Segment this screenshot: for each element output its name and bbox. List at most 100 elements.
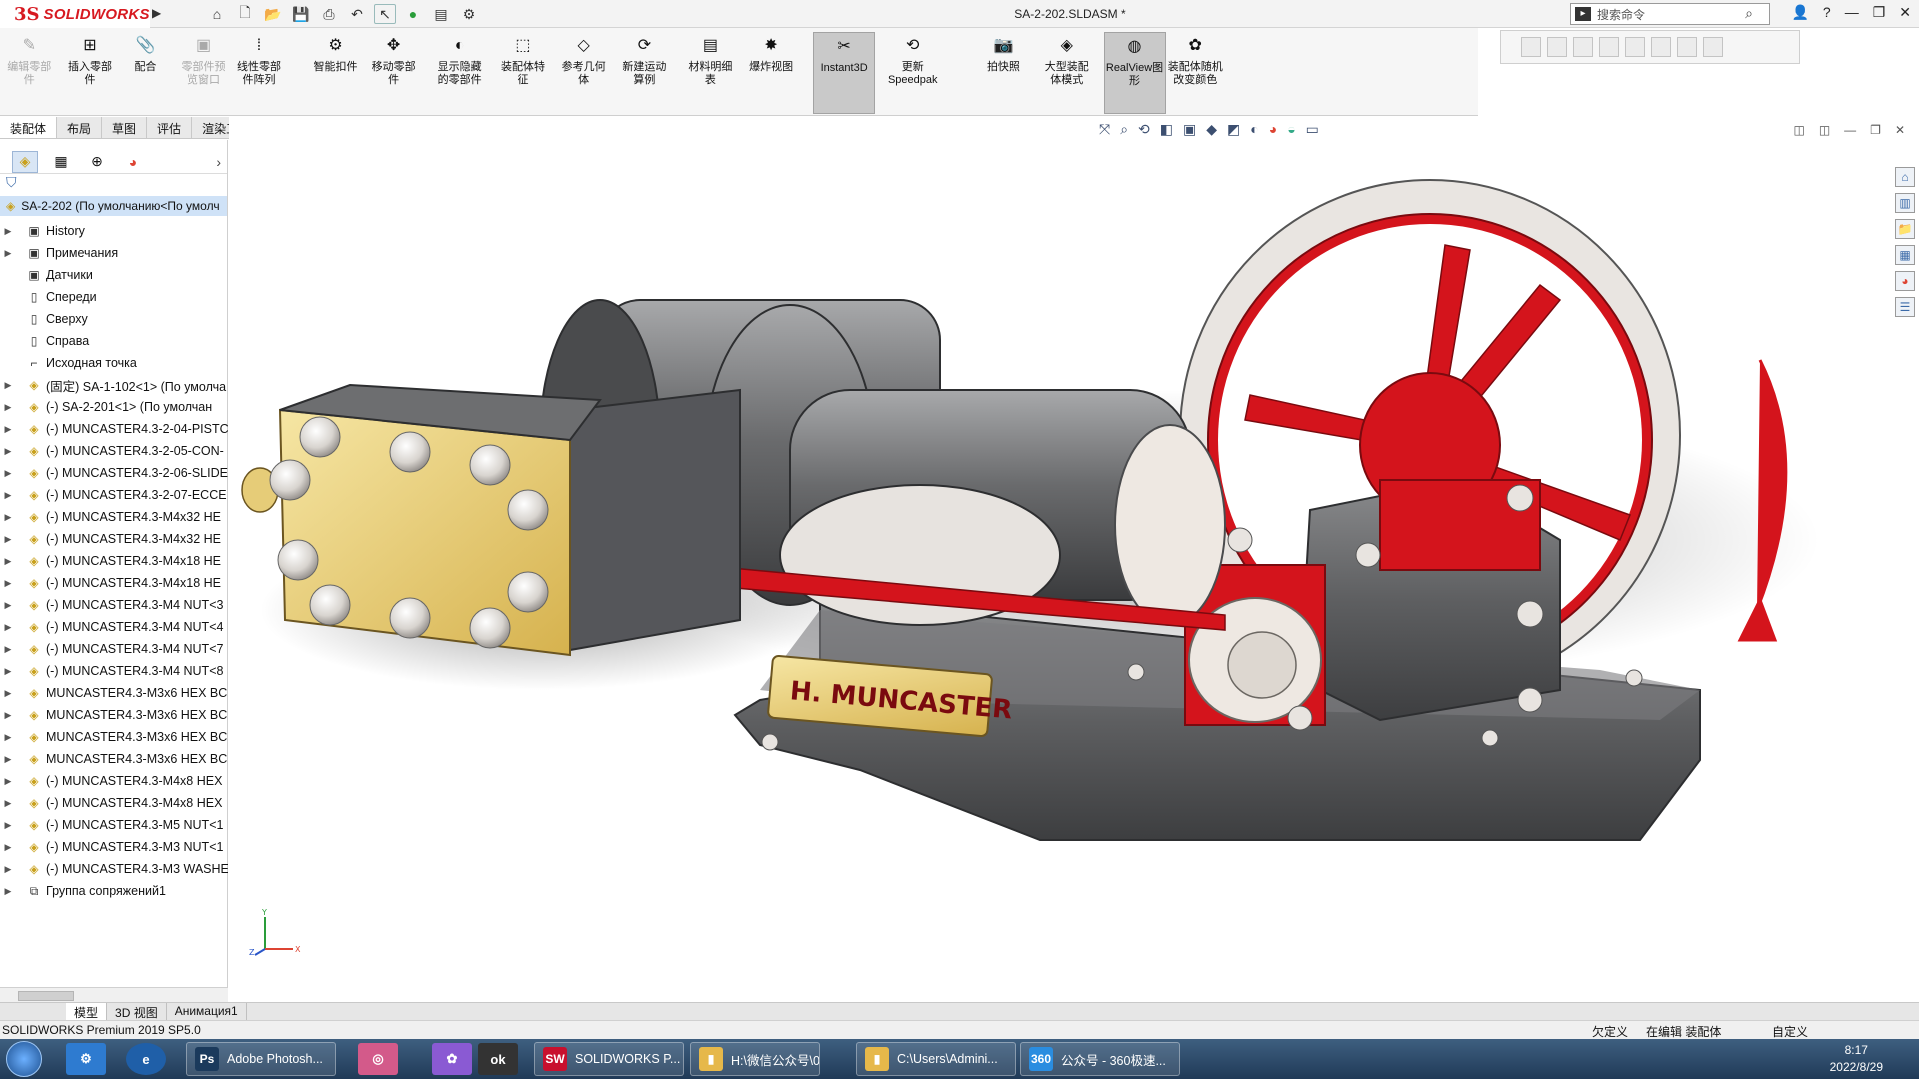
expand-arrow-icon[interactable]: ▶ xyxy=(0,578,16,589)
units-custom[interactable]: 自定义 xyxy=(1772,1023,1808,1040)
ribbon-button-assembly-feature[interactable]: ⬚ 装配体特征 xyxy=(499,32,547,114)
rebuild-icon[interactable]: ● xyxy=(402,4,424,24)
expand-arrow-icon[interactable]: ▶ xyxy=(0,512,16,523)
model-tab-2[interactable]: Анимация1 xyxy=(167,1003,247,1020)
ribbon-button-linear-pattern[interactable]: ⁞ 线性零部件阵列 xyxy=(235,32,283,114)
select-icon[interactable]: ↖ xyxy=(374,4,396,24)
tree-item[interactable]: ▶ ◈ (-) MUNCASTER4.3-M4 NUT<4 xyxy=(0,616,228,638)
ribbon-button-preview-window[interactable]: ▣ 零部件预览窗口 xyxy=(180,32,228,114)
tab-0[interactable]: 装配体 xyxy=(0,117,58,138)
tree-item[interactable]: ▶ ◈ (-) MUNCASTER4.3-M3 WASHE xyxy=(0,858,228,880)
ribbon-button-bom[interactable]: ▤ 材料明细表 xyxy=(686,32,734,114)
tree-root-assembly[interactable]: ◈ SA-2-202 (По умолчанию<По умолч xyxy=(0,196,227,216)
ribbon-button-instant3d[interactable]: ✂ Instant3D xyxy=(813,32,876,114)
tree-item[interactable]: ▶ ◈ (-) SA-2-201<1> (По умолчан xyxy=(0,396,228,418)
ribbon-button-large-assembly[interactable]: ◈ 大型装配体模式 xyxy=(1043,32,1091,114)
expand-arrow-icon[interactable]: ▶ xyxy=(0,754,16,765)
tree-item[interactable]: ▶ ◈ (-) MUNCASTER4.3-M4 NUT<8 xyxy=(0,660,228,682)
property-manager-tab-icon[interactable]: ▦ xyxy=(48,151,74,173)
ribbon-button-mate[interactable]: 📎 配合 xyxy=(121,32,169,114)
pinned-app-icon[interactable]: ◎ xyxy=(358,1043,398,1075)
scrollbar-thumb[interactable] xyxy=(18,991,74,1001)
expand-arrow-icon[interactable]: ▶ xyxy=(0,732,16,743)
feature-tree-tab-icon[interactable]: ◈ xyxy=(12,150,38,173)
taskbar-app-0[interactable]: Ps Adobe Photosh... xyxy=(186,1042,336,1076)
tab-1[interactable]: 布局 xyxy=(57,117,103,138)
options-gear-icon[interactable]: ⚙ xyxy=(458,4,480,24)
tree-item[interactable]: ▣ Датчики xyxy=(0,264,228,286)
toolbar-slot-icon[interactable] xyxy=(1703,37,1723,57)
search-icon[interactable]: ⌕ xyxy=(1745,5,1753,22)
ribbon-button-motion-study[interactable]: ⟳ 新建运动算例 xyxy=(620,32,668,114)
tree-item[interactable]: ▶ ◈ (-) MUNCASTER4.3-M4 NUT<3 xyxy=(0,594,228,616)
toolbar-slot-icon[interactable] xyxy=(1651,37,1671,57)
tab-2[interactable]: 草图 xyxy=(102,117,148,138)
pinned-app-icon[interactable]: ⚙ xyxy=(66,1043,106,1075)
tree-item[interactable]: ⌐ Исходная точка xyxy=(0,352,228,374)
minimize-icon[interactable]: — xyxy=(1845,4,1859,21)
pinned-app-icon[interactable]: ✿ xyxy=(432,1043,472,1075)
expand-arrow-icon[interactable]: ▶ xyxy=(0,798,16,809)
filter-icon[interactable]: ⛉ xyxy=(0,174,227,196)
expand-arrow-icon[interactable]: ▶ xyxy=(0,534,16,545)
ribbon-button-exploded-view[interactable]: ✸ 爆炸视图 xyxy=(747,32,795,114)
ribbon-button-random-color[interactable]: ✿ 装配体随机改变颜色 xyxy=(1164,32,1226,114)
toolbar-slot-icon[interactable] xyxy=(1625,37,1645,57)
ribbon-button-move-component[interactable]: ✥ 移动零部件 xyxy=(370,32,418,114)
toolbar-slot-icon[interactable] xyxy=(1547,37,1567,57)
expand-arrow-icon[interactable]: ▶ xyxy=(0,446,16,457)
start-button[interactable] xyxy=(6,1041,42,1077)
tree-item[interactable]: ▯ Сверху xyxy=(0,308,228,330)
restore-icon[interactable]: ❐ xyxy=(1873,4,1886,21)
tree-item[interactable]: ▶ ◈ (-) MUNCASTER4.3-M5 NUT<1 xyxy=(0,814,228,836)
toolbar-slot-icon[interactable] xyxy=(1599,37,1619,57)
expand-arrow-icon[interactable]: ▶ xyxy=(0,556,16,567)
expand-arrow-icon[interactable]: ▶ xyxy=(0,490,16,501)
expand-arrow-icon[interactable]: ▶ xyxy=(0,820,16,831)
tree-item[interactable]: ▶ ◈ (-) MUNCASTER4.3-2-04-PISTC xyxy=(0,418,228,440)
expand-arrow-icon[interactable]: ▶ xyxy=(0,600,16,611)
tree-item[interactable]: ▶ ◈ (-) MUNCASTER4.3-M4 NUT<7 xyxy=(0,638,228,660)
appearance-tab-icon[interactable]: ◕ xyxy=(120,151,146,173)
expand-arrow-icon[interactable]: ▶ xyxy=(0,402,16,413)
ribbon-button-snapshot[interactable]: 📷 拍快照 xyxy=(979,32,1027,114)
help-icon[interactable]: ? xyxy=(1823,4,1831,21)
pinned-app-icon[interactable]: ok xyxy=(478,1043,518,1075)
command-search-input[interactable]: ▸ 搜索命令 ⌕ xyxy=(1570,3,1770,25)
tree-item[interactable]: ▶ ◈ (-) MUNCASTER4.3-M4x8 HEX xyxy=(0,792,228,814)
tab-3[interactable]: 评估 xyxy=(147,117,193,138)
undo-icon[interactable]: ↶ xyxy=(346,4,368,24)
ribbon-button-realview[interactable]: ◍ RealView图形 xyxy=(1103,32,1166,114)
expand-arrow-icon[interactable]: ▶ xyxy=(0,842,16,853)
horizontal-scrollbar[interactable] xyxy=(0,987,228,1003)
tree-item[interactable]: ▶ ◈ (-) MUNCASTER4.3-M3 NUT<1 xyxy=(0,836,228,858)
expand-arrow-icon[interactable]: ▶ xyxy=(0,688,16,699)
clock[interactable]: 8:17 2022/8/29 xyxy=(1830,1042,1883,1076)
toolbar-slot-icon[interactable] xyxy=(1521,37,1541,57)
taskbar-app-2[interactable]: ▮ H:\微信公众号\0... xyxy=(690,1042,820,1076)
ie-browser-icon[interactable]: e xyxy=(126,1043,166,1075)
expand-arrow-icon[interactable]: ▶ xyxy=(0,644,16,655)
chevron-right-icon[interactable]: › xyxy=(216,154,221,170)
expand-arrow-icon[interactable]: ▶ xyxy=(0,666,16,677)
new-document-icon[interactable]: 🗋 xyxy=(234,4,256,24)
taskbar-app-3[interactable]: ▮ C:\Users\Admini... xyxy=(856,1042,1016,1076)
configuration-tab-icon[interactable]: ⊕ xyxy=(84,151,110,173)
ribbon-button-reference-geometry[interactable]: ◇ 参考几何体 xyxy=(560,32,608,114)
tree-item[interactable]: ▶ ◈ (-) MUNCASTER4.3-M4x8 HEX xyxy=(0,770,228,792)
expand-arrow-icon[interactable]: ▶ xyxy=(0,776,16,787)
model-tab-1[interactable]: 3D 视图 xyxy=(107,1003,167,1020)
home-icon[interactable]: ⌂ xyxy=(206,4,228,24)
expand-arrow-icon[interactable]: ▶ xyxy=(0,710,16,721)
menu-expand-icon[interactable]: ▶ xyxy=(152,6,166,22)
taskbar-app-4[interactable]: 360 公众号 - 360极速... xyxy=(1020,1042,1180,1076)
taskbar-app-1[interactable]: SW SOLIDWORKS P... xyxy=(534,1042,684,1076)
ribbon-button-show-hidden[interactable]: ◐ 显示隐藏的零部件 xyxy=(436,32,484,114)
tree-item[interactable]: ▶ ◈ (-) MUNCASTER4.3-2-06-SLIDE xyxy=(0,462,228,484)
expand-arrow-icon[interactable]: ▶ xyxy=(0,380,16,391)
expand-arrow-icon[interactable]: ▶ xyxy=(0,248,16,259)
ribbon-button-edit-component[interactable]: ✎ 编辑零部件 xyxy=(5,32,53,114)
tree-item[interactable]: ▶ ◈ (-) MUNCASTER4.3-2-05-CON- xyxy=(0,440,228,462)
tree-item[interactable]: ▶ ◈ (-) MUNCASTER4.3-M4x18 HE xyxy=(0,572,228,594)
file-properties-icon[interactable]: ▤ xyxy=(430,4,452,24)
